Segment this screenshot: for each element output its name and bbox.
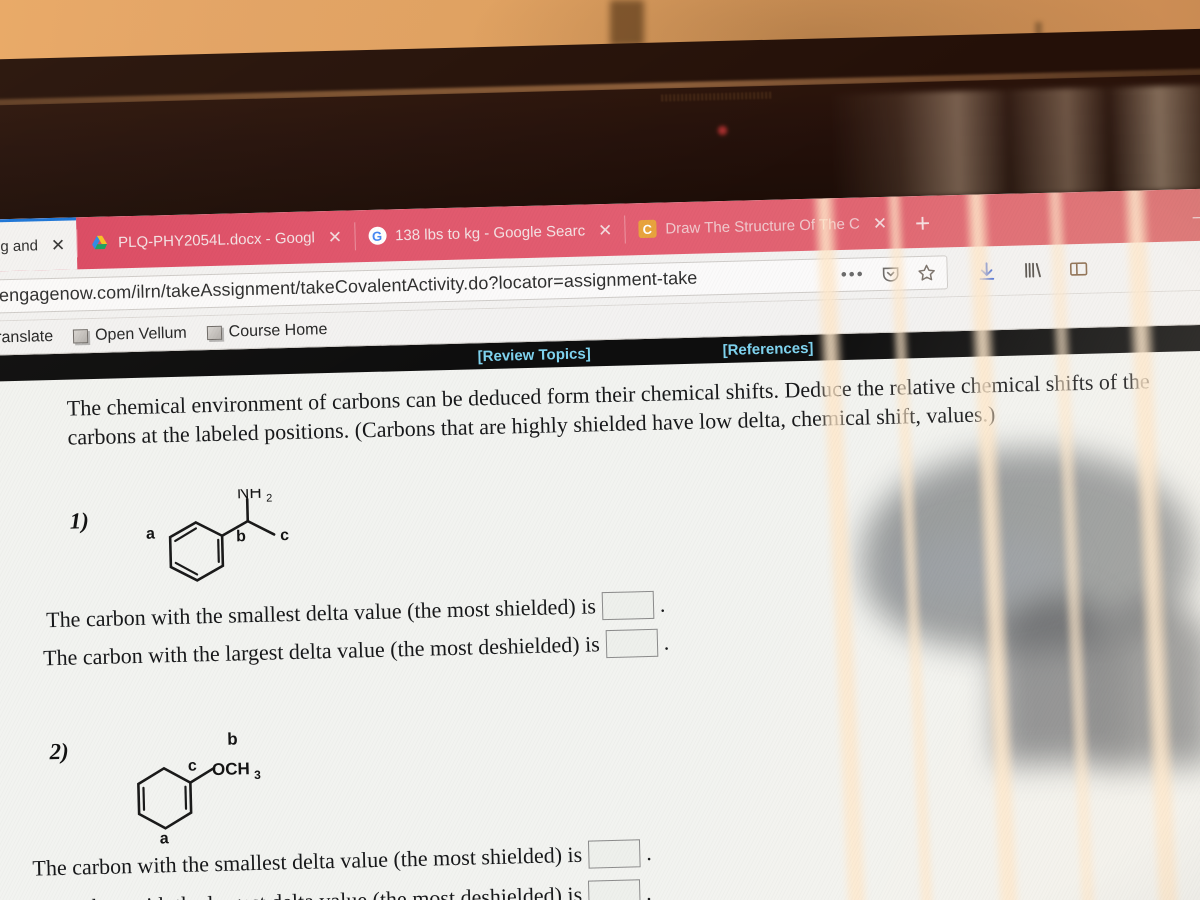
library-icon[interactable] [1021, 258, 1044, 281]
bookmark-open-vellum[interactable]: Open Vellum [72, 324, 187, 345]
svg-text:2: 2 [266, 492, 272, 504]
svg-text:b: b [227, 729, 238, 748]
tab-title: 138 lbs to kg - Google Searc [394, 221, 586, 244]
svg-text:NH: NH [237, 487, 262, 502]
period: . [659, 591, 666, 617]
period: . [645, 880, 652, 900]
browser-tab-1[interactable]: PLQ-PHY2054L.docx - Googl ✕ [76, 210, 354, 269]
bookmark-label: Translate [0, 327, 54, 347]
svg-text:b: b [236, 528, 246, 545]
browser-tab-0[interactable]: ing and ✕ [0, 217, 78, 272]
bookmark-folder-icon [206, 325, 222, 340]
wall-outlet [610, 0, 644, 46]
question-1-number: 1) [69, 508, 90, 534]
window-controls: – □ [1192, 206, 1200, 242]
tab-title: Draw The Structure Of The C [665, 215, 861, 237]
close-icon[interactable]: ✕ [47, 236, 66, 255]
tab-title: PLQ-PHY2054L.docx - Googl [117, 228, 316, 251]
laptop-screen: ing and ✕ PLQ-PHY2054L.docx - Googl ✕ G … [0, 187, 1200, 900]
address-bar-icons: ••• [831, 262, 937, 285]
google-icon: G [367, 226, 387, 245]
svg-text:c: c [280, 527, 289, 544]
bookmark-course-home[interactable]: Course Home [206, 320, 328, 342]
period: . [663, 629, 670, 655]
molecule-1-structure: NH 2 a b c [131, 483, 334, 607]
bookmark-folder-icon [72, 328, 89, 343]
answer-input-1a[interactable] [601, 590, 655, 621]
tab-title: ing and [0, 237, 39, 256]
question-1-line-1-text: The carbon with the smallest delta value… [45, 593, 597, 633]
downloads-icon[interactable] [975, 260, 998, 283]
question-2-line-2: The carbon with the largest delta value … [25, 879, 652, 900]
pocket-icon[interactable] [880, 263, 900, 283]
question-2-line-2-text: The carbon with the largest delta value … [25, 882, 582, 900]
bookmark-translate[interactable]: Translate [0, 327, 53, 347]
svg-text:c: c [188, 757, 197, 774]
answer-input-1b[interactable] [605, 628, 659, 659]
question-2-line-1-text: The carbon with the smallest delta value… [32, 841, 583, 881]
bookmark-label: Course Home [228, 320, 328, 341]
question-1-line-2: The carbon with the largest delta value … [43, 628, 670, 672]
answer-input-2a[interactable] [587, 839, 641, 869]
bookmark-label: Open Vellum [94, 324, 187, 344]
minimize-button[interactable]: – [1192, 207, 1200, 227]
url-input[interactable]: engagenow.com/ilrn/takeAssignment/takeCo… [0, 264, 831, 306]
bookmark-star-icon[interactable] [916, 262, 936, 282]
more-dots-icon[interactable]: ••• [841, 264, 865, 284]
svg-text:OCH: OCH [212, 759, 250, 779]
molecule-2-structure: OCH 3 b c a [115, 718, 308, 853]
question-1-line-2-text: The carbon with the largest delta value … [42, 631, 601, 671]
review-topics-link[interactable]: [Review Topics] [477, 345, 590, 365]
period: . [645, 840, 652, 866]
laptop-body: ing and ✕ PLQ-PHY2054L.docx - Googl ✕ G … [0, 27, 1200, 900]
chegg-icon: C [638, 219, 657, 239]
svg-text:3: 3 [254, 768, 261, 782]
photograph-of-laptop: ing and ✕ PLQ-PHY2054L.docx - Googl ✕ G … [0, 0, 1200, 900]
new-tab-button[interactable]: + [899, 208, 947, 238]
answer-input-2b[interactable] [587, 879, 641, 900]
svg-text:a: a [146, 525, 155, 542]
browser-tab-2[interactable]: G 138 lbs to kg - Google Searc ✕ [353, 204, 625, 263]
close-icon[interactable]: ✕ [594, 220, 613, 239]
browser-toolbar-right [957, 257, 1090, 282]
browser-tab-3[interactable]: C Draw The Structure Of The C ✕ [624, 197, 900, 256]
svg-text:a: a [160, 830, 169, 847]
close-icon[interactable]: ✕ [869, 213, 888, 232]
sidebar-toggle-icon[interactable] [1067, 257, 1090, 280]
bezel-glare [831, 83, 1200, 200]
question-2-number: 2) [49, 738, 70, 765]
references-link[interactable]: [References] [722, 339, 813, 358]
assignment-page: [Review Topics] [References] The chemica… [0, 323, 1200, 900]
google-drive-icon [91, 234, 109, 252]
close-icon[interactable]: ✕ [324, 227, 343, 246]
